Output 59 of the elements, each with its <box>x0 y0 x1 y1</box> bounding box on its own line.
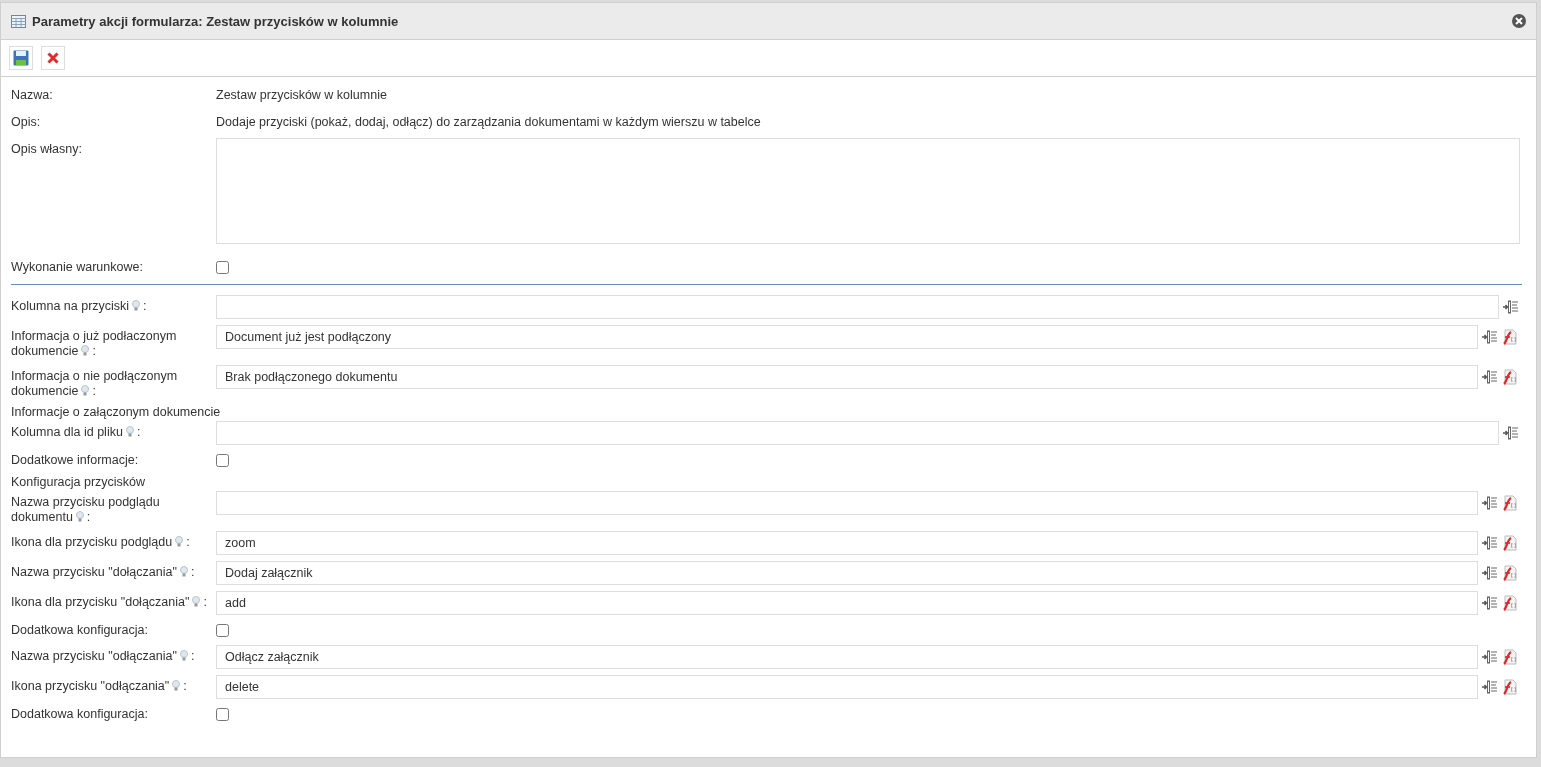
field-label: Nazwa przycisku podglądu dokumentu : <box>11 494 161 525</box>
function-icon[interactable] <box>1502 495 1518 511</box>
field-label: Wykonanie warunkowe: <box>11 259 144 275</box>
field-label: Nazwa przycisku "odłączania" : <box>11 648 196 664</box>
insert-list-icon[interactable] <box>1482 566 1498 580</box>
insert-list-icon[interactable] <box>1503 300 1519 314</box>
field-label: Nazwa: <box>11 87 54 103</box>
function-icon[interactable] <box>1502 565 1518 581</box>
text-input[interactable] <box>216 421 1499 445</box>
field-value: Zestaw przycisków w kolumnie <box>216 87 388 102</box>
function-icon[interactable] <box>1502 679 1518 695</box>
insert-list-icon[interactable] <box>1482 370 1498 384</box>
field-label: Dodatkowe informacje: <box>11 452 140 468</box>
checkbox[interactable] <box>216 454 229 467</box>
text-input[interactable]: Dodaj załącznik <box>216 561 1478 585</box>
field-label: Informacja o już podłaczonym dokumencie : <box>11 328 178 359</box>
text-input[interactable]: Document już jest podłączony <box>216 325 1478 349</box>
text-input[interactable]: add <box>216 591 1478 615</box>
field-label: Nazwa przycisku "dołączania" : <box>11 564 196 580</box>
text-input[interactable] <box>216 295 1499 319</box>
text-input[interactable]: Brak podłączonego dokumentu <box>216 365 1478 389</box>
insert-list-icon[interactable] <box>1482 496 1498 510</box>
function-icon[interactable] <box>1502 369 1518 385</box>
text-input[interactable]: delete <box>216 675 1478 699</box>
insert-list-icon[interactable] <box>1482 536 1498 550</box>
close-icon[interactable] <box>1512 14 1526 28</box>
save-button[interactable] <box>9 46 33 70</box>
field-label: Dodatkowa konfiguracja: <box>11 622 149 638</box>
function-icon[interactable] <box>1502 329 1518 345</box>
field-value: Dodaje przyciski (pokaż, dodaj, odłącz) do zarządzania dokumentami w każdym wierszu w tabelce <box>216 114 762 129</box>
field-label: Ikona dla przycisku podglądu : <box>11 534 191 550</box>
close-icon <box>47 52 59 64</box>
text-input[interactable]: zoom <box>216 531 1478 555</box>
window-title: Parametry akcji formularza: Zestaw przycisków w kolumnie <box>32 13 400 29</box>
function-icon[interactable] <box>1502 535 1518 551</box>
insert-list-icon[interactable] <box>1482 596 1498 610</box>
section-heading: Konfiguracja przycisków <box>11 475 147 490</box>
section-heading: Informacje o załączonym dokumencie <box>11 405 222 420</box>
field-label: Kolumna dla id pliku : <box>11 424 142 440</box>
field-label: Opis własny: <box>11 141 83 157</box>
insert-list-icon[interactable] <box>1482 680 1498 694</box>
cancel-button[interactable] <box>41 46 65 70</box>
text-input[interactable] <box>216 491 1478 515</box>
field-label: Informacja o nie podłączonym dokumencie : <box>11 368 179 399</box>
checkbox[interactable] <box>216 624 229 637</box>
insert-list-icon[interactable] <box>1482 650 1498 664</box>
function-icon[interactable] <box>1502 649 1518 665</box>
checkbox[interactable] <box>216 261 229 274</box>
field-label: Opis: <box>11 114 42 130</box>
insert-list-icon[interactable] <box>1503 426 1519 440</box>
function-icon[interactable] <box>1502 595 1518 611</box>
insert-list-icon[interactable] <box>1482 330 1498 344</box>
field-label: Ikona przycisku "odłączania" : <box>11 678 188 694</box>
field-label: Ikona dla przycisku "dołączania" : <box>11 594 208 610</box>
field-label: Kolumna na przyciski : <box>11 298 148 314</box>
checkbox[interactable] <box>216 708 229 721</box>
field-label: Dodatkowa konfiguracja: <box>11 706 149 722</box>
table-icon <box>11 14 26 28</box>
text-input[interactable]: Odłącz załącznik <box>216 645 1478 669</box>
